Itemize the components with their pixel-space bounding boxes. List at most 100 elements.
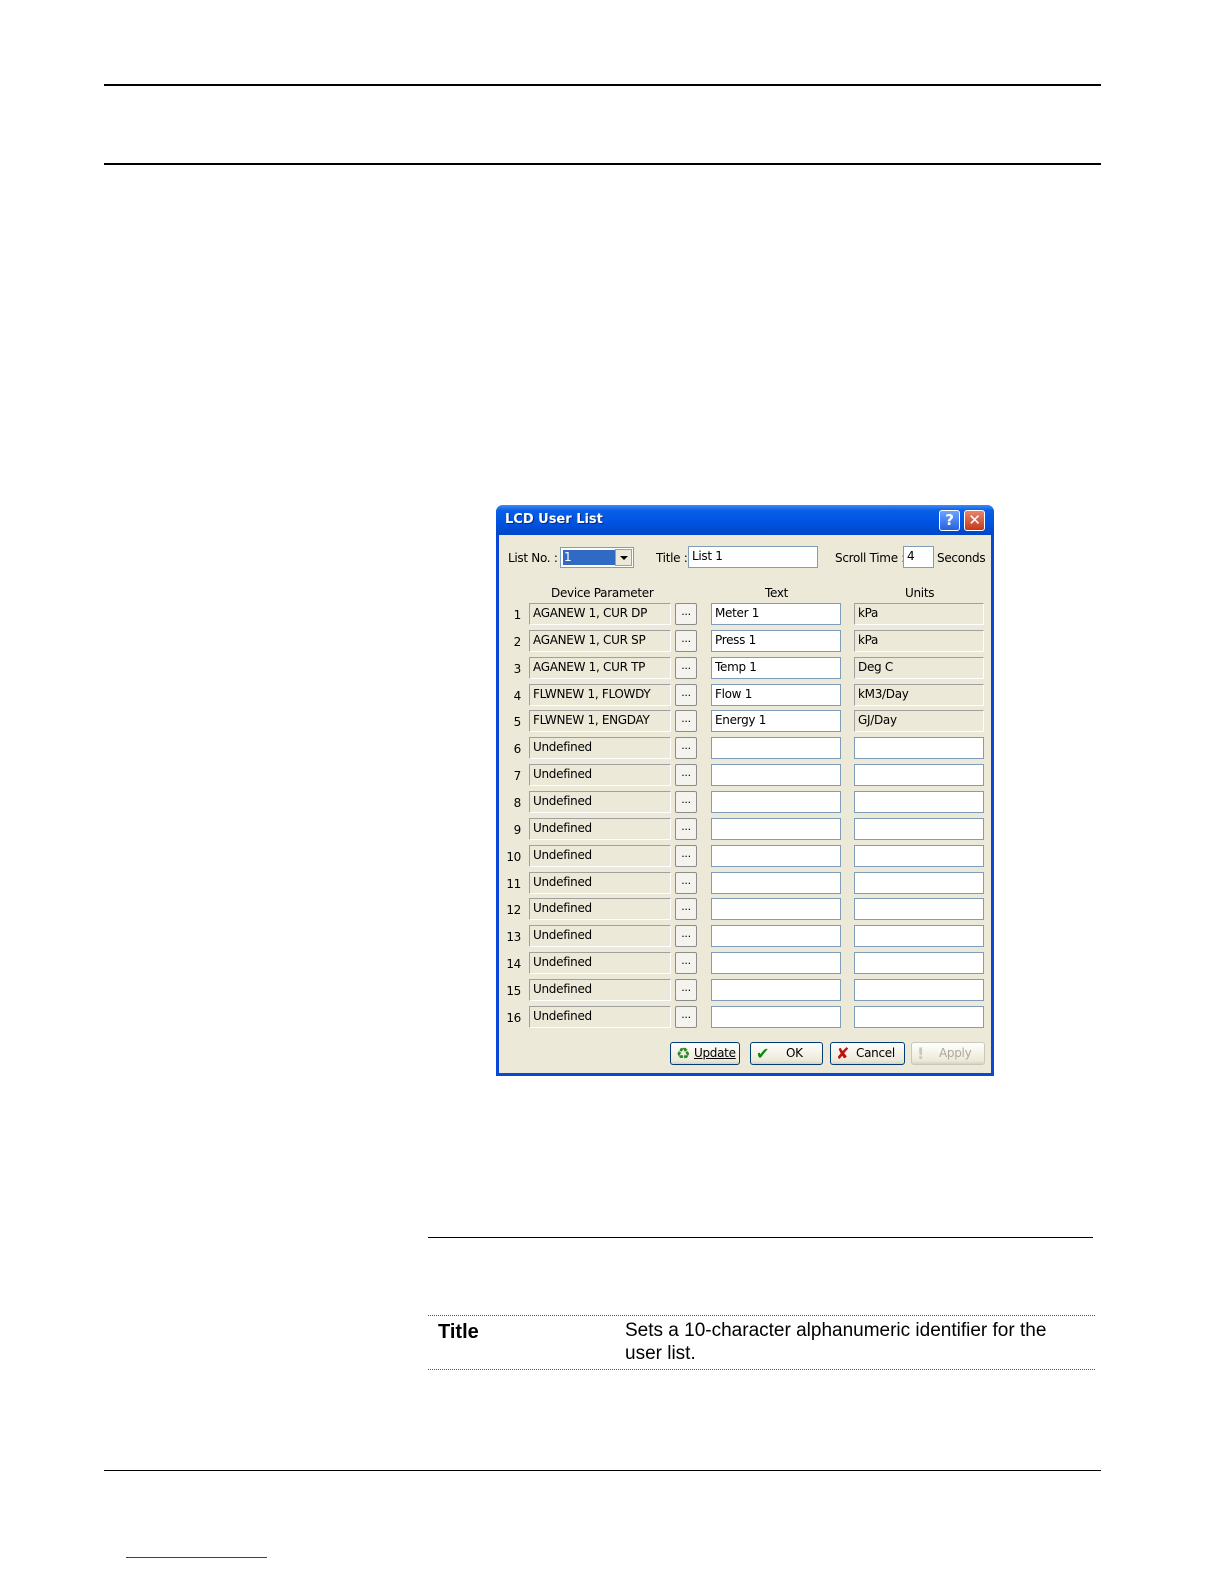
apply-button[interactable]: ! Apply xyxy=(911,1042,985,1065)
units-field[interactable] xyxy=(854,871,984,894)
text-input[interactable]: Flow 1 xyxy=(711,683,841,706)
units-field: kM3/Day xyxy=(854,683,984,706)
table-row: 5 FLWNEW 1, ENGDAY... Energy 1 GJ/Day xyxy=(499,710,991,734)
units-field[interactable] xyxy=(854,790,984,813)
text-input[interactable] xyxy=(711,871,841,894)
browse-button[interactable]: ... xyxy=(675,898,697,921)
table-row: 10 Undefined... xyxy=(499,844,991,869)
chevron-down-icon[interactable] xyxy=(615,549,632,566)
table-row: 15 Undefined... xyxy=(499,978,991,1003)
text-input[interactable] xyxy=(711,1005,841,1028)
device-parameter-field: AGANEW 1, CUR SP xyxy=(529,629,671,652)
row-number: 4 xyxy=(513,688,522,703)
browse-button[interactable]: ... xyxy=(675,844,697,867)
units-field[interactable] xyxy=(854,737,984,760)
browse-button[interactable]: ... xyxy=(675,683,697,706)
units-field[interactable] xyxy=(854,898,984,921)
units-field: GJ/Day xyxy=(854,710,984,733)
row-number: 15 xyxy=(506,983,521,998)
row-number: 14 xyxy=(506,957,521,972)
header-rule-bottom xyxy=(104,163,1101,165)
row-number: 6 xyxy=(513,742,522,757)
units-field: kPa xyxy=(854,603,984,625)
units-field[interactable] xyxy=(854,844,984,867)
units-field[interactable] xyxy=(854,978,984,1001)
update-button[interactable]: ♻ Update xyxy=(670,1042,740,1065)
title-label: Title : xyxy=(656,551,688,565)
units-field[interactable] xyxy=(854,952,984,975)
text-input[interactable] xyxy=(711,978,841,1001)
browse-button[interactable]: ... xyxy=(675,603,697,625)
device-parameter-field: Undefined xyxy=(529,898,671,921)
row-number: 16 xyxy=(506,1010,521,1025)
browse-button[interactable]: ... xyxy=(675,978,697,1001)
browse-button[interactable]: ... xyxy=(675,656,697,679)
text-input[interactable] xyxy=(711,764,841,787)
table-row: 1 AGANEW 1, CUR DP... Meter 1 kPa xyxy=(499,603,991,627)
title-input[interactable]: List 1 xyxy=(688,546,818,568)
header-rule-top xyxy=(104,84,1101,86)
lcd-user-list-dialog: LCD User List ? ✕ List No. : 1 Title : L… xyxy=(496,505,994,1076)
row-number: 5 xyxy=(513,715,522,730)
browse-button[interactable]: ... xyxy=(675,710,697,733)
col-units: Units xyxy=(905,586,935,600)
text-input[interactable] xyxy=(711,898,841,921)
cancel-button[interactable]: ✘ Cancel xyxy=(830,1042,905,1065)
units-field[interactable] xyxy=(854,925,984,948)
device-parameter-field: Undefined xyxy=(529,844,671,867)
row-number: 8 xyxy=(513,795,522,810)
text-input[interactable] xyxy=(711,790,841,813)
col-text: Text xyxy=(765,586,789,600)
device-parameter-field: Undefined xyxy=(529,952,671,975)
text-input[interactable] xyxy=(711,737,841,760)
browse-button[interactable]: ... xyxy=(675,1005,697,1028)
list-no-label: List No. : xyxy=(508,551,558,565)
browse-button[interactable]: ... xyxy=(675,817,697,840)
scroll-time-label: Scroll Time : xyxy=(835,551,906,565)
table-bottom-border xyxy=(428,1369,1095,1370)
table-row: 13 Undefined... xyxy=(499,925,991,949)
term-description: Sets a 10-character alphanumeric identif… xyxy=(625,1320,1047,1364)
device-parameter-field: AGANEW 1, CUR DP xyxy=(529,603,671,625)
browse-button[interactable]: ... xyxy=(675,925,697,948)
text-input[interactable] xyxy=(711,925,841,948)
device-parameter-field: FLWNEW 1, FLOWDY xyxy=(529,683,671,706)
device-parameter-field: Undefined xyxy=(529,1005,671,1028)
table-row: 12 Undefined... xyxy=(499,898,991,922)
x-icon: ✘ xyxy=(836,1044,850,1063)
text-input[interactable] xyxy=(711,952,841,975)
browse-button[interactable]: ... xyxy=(675,629,697,652)
text-input[interactable]: Meter 1 xyxy=(711,603,841,625)
help-icon[interactable]: ? xyxy=(939,510,960,531)
scroll-time-input[interactable]: 4 xyxy=(903,546,934,568)
close-icon[interactable]: ✕ xyxy=(964,510,985,531)
row-number: 9 xyxy=(513,822,522,837)
browse-button[interactable]: ... xyxy=(675,871,697,894)
device-parameter-field: Undefined xyxy=(529,925,671,948)
units-field[interactable] xyxy=(854,1005,984,1028)
list-no-value: 1 xyxy=(563,550,615,565)
table-row: 6 Undefined... xyxy=(499,737,991,761)
units-field[interactable] xyxy=(854,764,984,787)
list-no-select[interactable]: 1 xyxy=(560,547,634,568)
table-row: 3 AGANEW 1, CUR TP... Temp 1 Deg C xyxy=(499,656,991,681)
ok-button[interactable]: ✔ OK xyxy=(750,1042,823,1065)
units-field[interactable] xyxy=(854,817,984,840)
text-input[interactable]: Energy 1 xyxy=(711,710,841,733)
browse-button[interactable]: ... xyxy=(675,737,697,760)
units-field: kPa xyxy=(854,629,984,652)
col-device-parameter: Device Parameter xyxy=(551,586,654,600)
row-number: 7 xyxy=(513,769,522,784)
dialog-titlebar[interactable]: LCD User List ? ✕ xyxy=(496,505,994,535)
text-input[interactable]: Temp 1 xyxy=(711,656,841,679)
text-input[interactable] xyxy=(711,817,841,840)
device-parameter-field: Undefined xyxy=(529,817,671,840)
browse-button[interactable]: ... xyxy=(675,952,697,975)
text-input[interactable]: Press 1 xyxy=(711,629,841,652)
browse-button[interactable]: ... xyxy=(675,764,697,787)
device-parameter-field: Undefined xyxy=(529,790,671,813)
browse-button[interactable]: ... xyxy=(675,790,697,813)
text-input[interactable] xyxy=(711,844,841,867)
refresh-icon: ♻ xyxy=(676,1044,691,1063)
footer-link-underline[interactable] xyxy=(126,1557,267,1558)
